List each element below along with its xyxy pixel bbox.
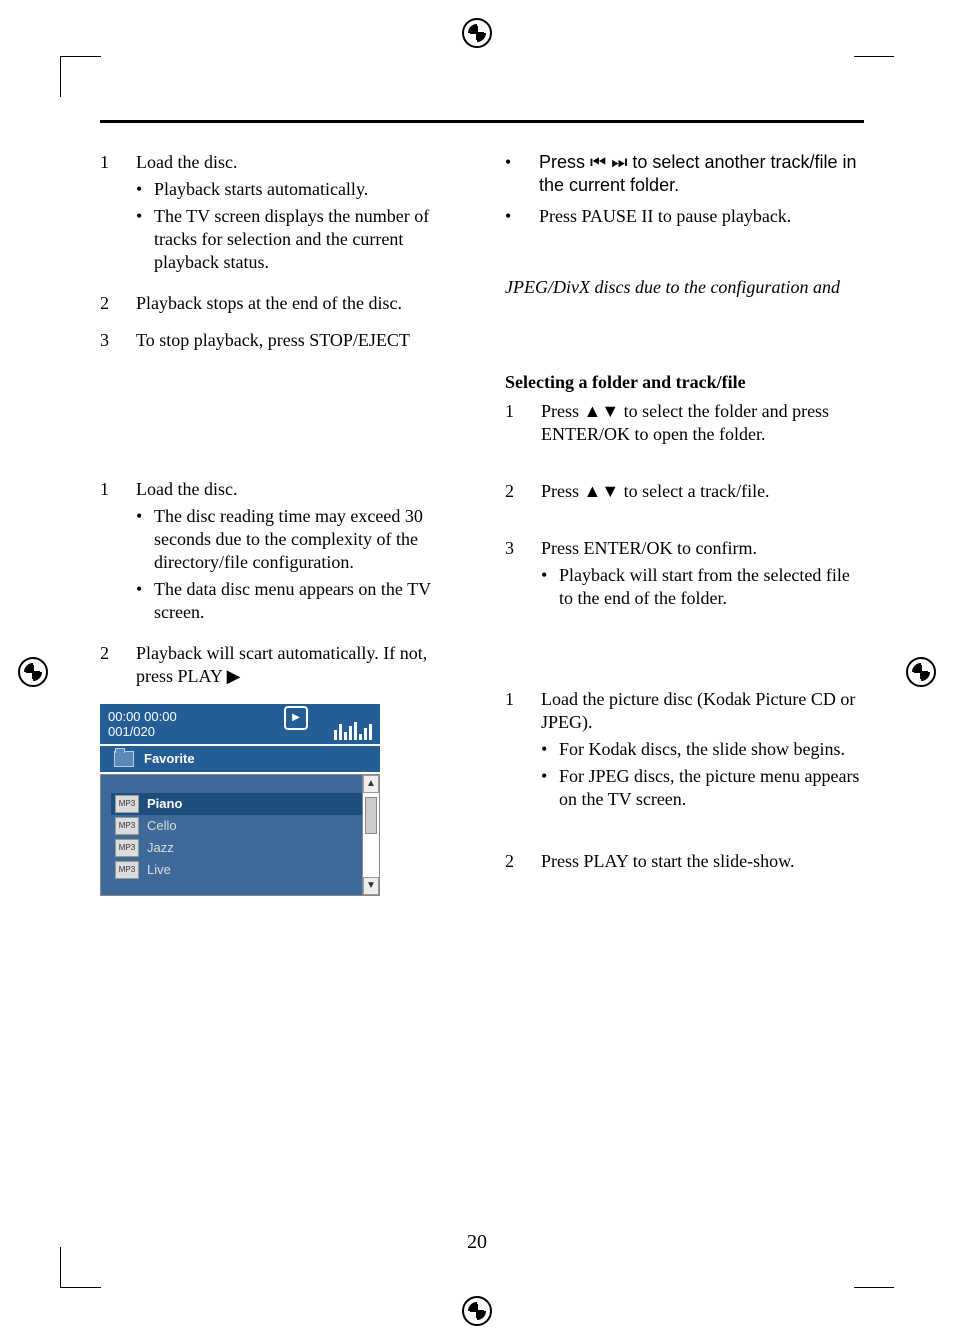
section-heading: Selecting a folder and track/file [505, 371, 864, 394]
item-text: Load the disc. [136, 479, 237, 499]
crop-mark [60, 56, 101, 97]
sub-item: The disc reading time may exceed 30 seco… [154, 505, 459, 574]
page-number: 20 [0, 1231, 954, 1254]
folder-name: Favorite [144, 751, 195, 768]
bullet-text: Press ⏮ ⏭ to select another track/file i… [539, 151, 864, 197]
manual-page: 1 Load the disc. •Playback starts automa… [0, 0, 954, 1344]
item-text: Load the disc. [136, 152, 237, 172]
registration-mark-icon [906, 657, 936, 687]
equalizer-icon [334, 722, 372, 740]
left-list-a: 1 Load the disc. •Playback starts automa… [100, 151, 459, 352]
device-ui-screenshot: 00:00 00:00 001/020 ▶ Favorite [100, 704, 380, 896]
right-column: •Press ⏮ ⏭ to select another track/file … [505, 151, 864, 896]
folder-row: Favorite [100, 746, 380, 772]
track-name: Cello [147, 818, 177, 835]
list-item: 3 To stop playback, press STOP/EJECT [100, 329, 459, 352]
item-number: 1 [100, 478, 114, 628]
play-icon: ▶ [284, 706, 308, 730]
item-number: 2 [100, 292, 114, 315]
list-item: 2 Playback stops at the end of the disc. [100, 292, 459, 315]
sub-item: For Kodak discs, the slide show begins. [559, 738, 864, 761]
list-item: 3 Press ENTER/OK to confirm. •Playback w… [505, 537, 864, 614]
time-display: 00:00 00:00 [108, 709, 177, 725]
list-item: MP3 Cello [111, 815, 362, 837]
item-number: 2 [505, 480, 519, 503]
list-item: 1 Load the picture disc (Kodak Picture C… [505, 688, 864, 815]
file-type-icon: MP3 [115, 795, 139, 813]
item-text: Press ▲▼ to select the folder and press … [541, 400, 864, 446]
sub-item: The data disc menu appears on the TV scr… [154, 578, 459, 624]
item-number: 1 [505, 400, 519, 446]
sub-item: For JPEG discs, the picture menu appears… [559, 765, 864, 811]
right-list-a-cont2: 3 Press ENTER/OK to confirm. •Playback w… [505, 537, 864, 614]
scroll-thumb [365, 797, 377, 834]
file-type-icon: MP3 [115, 839, 139, 857]
item-text: Load the picture disc (Kodak Picture CD … [541, 689, 855, 732]
track-name: Piano [147, 796, 182, 813]
item-number: 2 [505, 850, 519, 873]
registration-mark-icon [462, 18, 492, 48]
right-list-a-cont: 2 Press ▲▼ to select a track/file. [505, 480, 864, 503]
list-item: 1 Load the disc. •The disc reading time … [100, 478, 459, 628]
list-item: 1 Press ▲▼ to select the folder and pres… [505, 400, 864, 446]
item-number: 3 [505, 537, 519, 614]
screenshot-header: 00:00 00:00 001/020 ▶ [100, 704, 380, 744]
horizontal-rule [100, 120, 864, 123]
right-list-b-cont: 2 Press PLAY to start the slide-show. [505, 850, 864, 873]
italic-note: JPEG/DivX discs due to the configuration… [505, 276, 864, 299]
item-text: Press ENTER/OK to confirm. [541, 538, 757, 558]
file-type-icon: MP3 [115, 817, 139, 835]
scroll-down-icon: ▼ [363, 877, 379, 895]
item-number: 1 [100, 151, 114, 278]
scrollbar: ▲ ▼ [362, 775, 379, 895]
item-text: Press ▲▼ to select a track/file. [541, 480, 864, 503]
left-list-b: 1 Load the disc. •The disc reading time … [100, 478, 459, 688]
track-name: Jazz [147, 840, 174, 857]
crop-mark [854, 56, 894, 97]
right-bullets: •Press ⏮ ⏭ to select another track/file … [505, 151, 864, 228]
folder-icon [114, 751, 134, 767]
item-number: 1 [505, 688, 519, 815]
left-column: 1 Load the disc. •Playback starts automa… [100, 151, 459, 896]
list-item: MP3 Piano [111, 793, 362, 815]
list-item: MP3 Jazz [111, 837, 362, 859]
item-text: To stop playback, press STOP/EJECT [136, 329, 459, 352]
item-text: Playback will scart automatically. If no… [136, 642, 459, 688]
list-item: 1 Load the disc. •Playback starts automa… [100, 151, 459, 278]
item-text: Playback stops at the end of the disc. [136, 292, 459, 315]
sub-item: The TV screen displays the number of tra… [154, 205, 459, 274]
track-name: Live [147, 862, 171, 879]
list-item: 2 Playback will scart automatically. If … [100, 642, 459, 688]
sub-item: Playback starts automatically. [154, 178, 459, 201]
item-text: Press PLAY to start the slide-show. [541, 850, 864, 873]
sub-item: Playback will start from the selected fi… [559, 564, 864, 610]
item-number: 2 [100, 642, 114, 688]
content-columns: 1 Load the disc. •Playback starts automa… [100, 151, 864, 896]
file-type-icon: MP3 [115, 861, 139, 879]
right-list-b: 1 Load the picture disc (Kodak Picture C… [505, 688, 864, 815]
track-counter: 001/020 [108, 724, 177, 740]
registration-mark-icon [462, 1296, 492, 1326]
registration-mark-icon [18, 657, 48, 687]
list-item: 2 Press ▲▼ to select a track/file. [505, 480, 864, 503]
list-item: MP3 Live [111, 859, 362, 881]
item-number: 3 [100, 329, 114, 352]
bullet-text: Press PAUSE II to pause playback. [539, 205, 864, 228]
list-item: 2 Press PLAY to start the slide-show. [505, 850, 864, 873]
file-list-area: MP3 Piano MP3 Cello MP3 Jazz MP3 [100, 774, 380, 896]
scroll-up-icon: ▲ [363, 775, 379, 793]
right-list-a: 1 Press ▲▼ to select the folder and pres… [505, 400, 864, 446]
